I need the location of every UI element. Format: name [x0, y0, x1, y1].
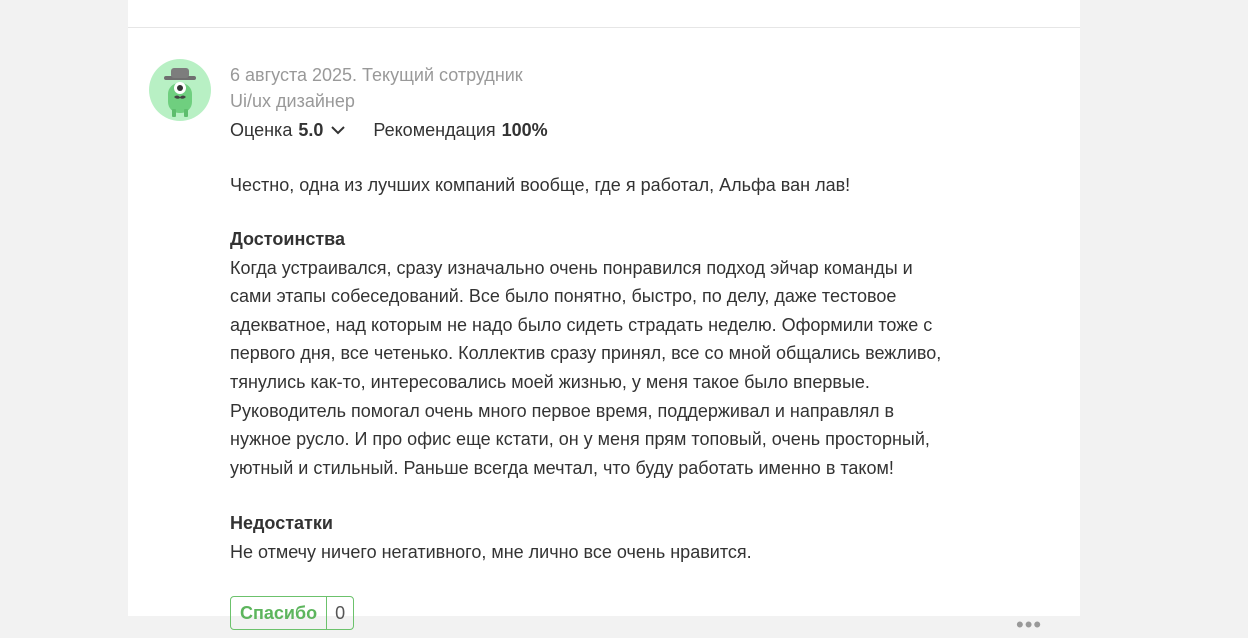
review-position: Ui/ux дизайнер [230, 91, 355, 111]
cons-section: Недостатки Не отмечу ничего негативного,… [230, 509, 950, 566]
thanks-label: Спасибо [240, 603, 318, 623]
rating-label: Оценка [230, 120, 293, 140]
avatar [149, 59, 211, 121]
cons-title: Недостатки [230, 513, 333, 533]
thanks-button[interactable]: Спасибо 0 [230, 596, 355, 630]
review-meta: 6 августа 2025. Текущий сотрудник Ui/ux … [230, 62, 523, 114]
recommend-value: 100% [501, 120, 548, 140]
previous-review-card [128, 0, 1080, 28]
review-date-status: 6 августа 2025. Текущий сотрудник [230, 65, 523, 85]
chevron-down-icon[interactable] [331, 125, 346, 135]
pros-title: Достоинства [230, 229, 345, 249]
cons-text: Не отмечу ничего негативного, мне лично … [230, 541, 752, 562]
rating-value[interactable]: 5.0 [298, 117, 323, 143]
pros-text: Когда устраивался, сразу изначально очен… [230, 257, 942, 478]
review-card: 6 августа 2025. Текущий сотрудник Ui/ux … [128, 28, 1080, 637]
thanks-count: 0 [326, 597, 353, 629]
pros-section: Достоинства Когда устраивался, сразу изн… [230, 225, 950, 482]
recommend-label: Рекомендация [373, 120, 496, 140]
review-intro: Честно, одна из лучших компаний вообще, … [230, 175, 851, 195]
ratings-row: Оценка 5.0 Рекомендация 100% [230, 117, 548, 143]
avatar-icon [164, 68, 196, 117]
